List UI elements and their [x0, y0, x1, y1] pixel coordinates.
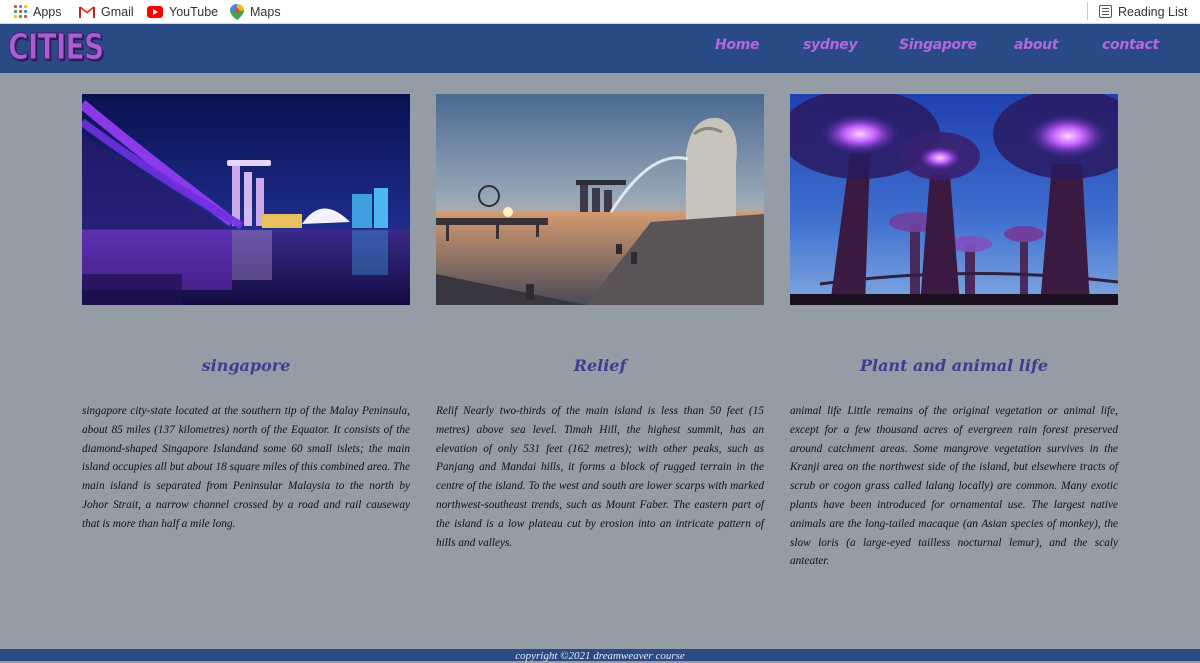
nav-link-singapore[interactable]: Singapore	[899, 37, 977, 53]
reading-list-button[interactable]: Reading List	[1099, 0, 1188, 23]
heading-singapore: singapore	[201, 356, 291, 375]
youtube-icon	[147, 5, 163, 18]
nav-link-about[interactable]: about	[1014, 37, 1059, 53]
bookmarks-bar: Apps Gmail YouTube Maps Reading List	[0, 0, 1200, 24]
gmail-icon	[79, 5, 95, 18]
maps-icon	[230, 3, 244, 20]
bookmarks-divider	[1087, 2, 1088, 20]
bookmark-youtube[interactable]: YouTube	[147, 0, 218, 23]
heading-plant-animal-life: Plant and animal life	[859, 356, 1049, 375]
nav-link-contact[interactable]: contact	[1102, 37, 1159, 53]
bookmark-gmail[interactable]: Gmail	[79, 0, 134, 23]
bookmark-youtube-label: YouTube	[169, 4, 219, 19]
site-footer: copyright ©2021 dreamweaver course	[0, 649, 1200, 662]
photo-merlion-sunset	[436, 94, 764, 305]
site-logo[interactable]: CITIES	[8, 27, 105, 68]
reading-list-icon	[1099, 5, 1112, 18]
apps-grid-icon	[14, 5, 27, 18]
text-relief: Relif Nearly two-thirds of the main isla…	[436, 405, 764, 549]
bookmark-apps[interactable]: Apps	[14, 0, 62, 23]
bookmark-apps-label: Apps	[33, 4, 62, 19]
heading-relief: Relief	[573, 356, 627, 375]
nav-link-sydney[interactable]: sydney	[803, 37, 858, 53]
site-header: CITIES Home sydney Singapore about conta…	[0, 24, 1200, 73]
bookmark-gmail-label: Gmail	[101, 4, 134, 19]
reading-list-label: Reading List	[1118, 4, 1188, 19]
photo-supertree-grove	[790, 94, 1118, 305]
bookmark-maps[interactable]: Maps	[230, 0, 281, 23]
nav-link-home[interactable]: Home	[715, 37, 760, 53]
text-plant-animal-life: animal life Little remains of the origin…	[790, 405, 1118, 568]
column-plant-animal-life: Plant and animal life animal life Little…	[790, 352, 1118, 571]
text-singapore: singapore city-state located at the sout…	[82, 405, 410, 530]
bookmark-maps-label: Maps	[250, 4, 281, 19]
photo-marina-bay-night	[82, 94, 410, 305]
column-singapore: singapore singapore city-state located a…	[82, 352, 410, 534]
copyright-text: copyright ©2021 dreamweaver course	[515, 650, 685, 662]
column-relief: Relief Relif Nearly two-thirds of the ma…	[436, 352, 764, 552]
